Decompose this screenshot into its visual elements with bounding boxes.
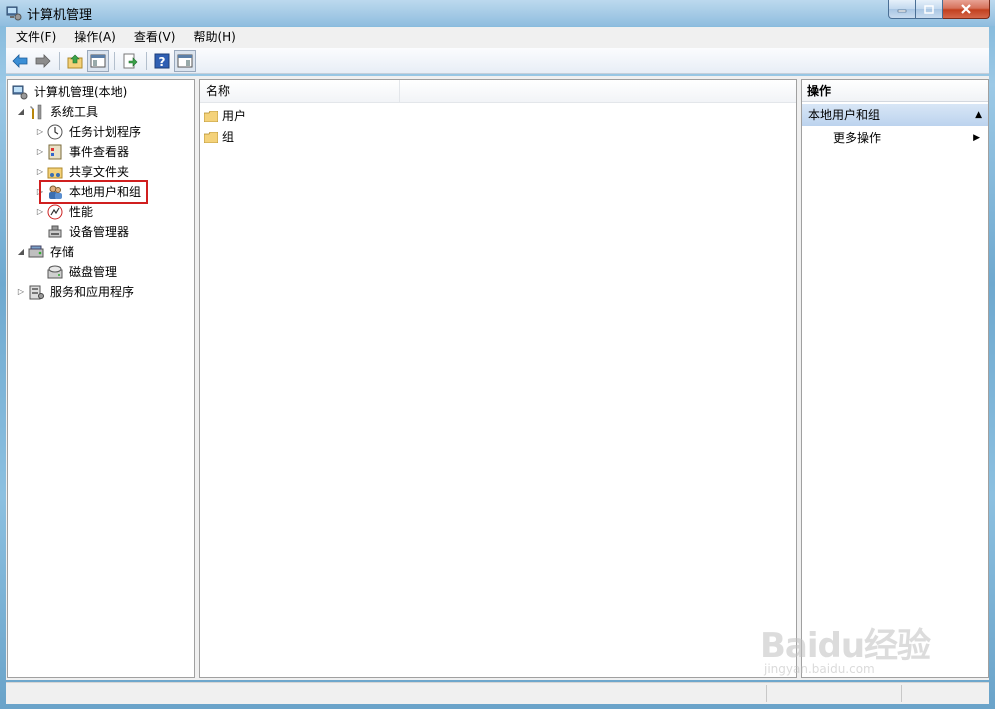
status-bar: [6, 682, 989, 704]
minimize-icon: [897, 9, 907, 13]
console-tree: 计算机管理(本地) ◢ 系统工具 ▷ 任务计划程序 ▷ 事件查看器 ▷ 共享文件…: [7, 79, 195, 678]
tree-label: 服务和应用程序: [50, 285, 135, 299]
show-hide-action-pane-button[interactable]: [174, 49, 196, 72]
collapsed-arrow-icon[interactable]: ▷: [35, 142, 45, 162]
console-tree-icon: [90, 54, 106, 67]
show-hide-console-tree-button[interactable]: [87, 49, 109, 72]
menu-action[interactable]: 操作(A): [64, 27, 124, 48]
computer-management-icon: [6, 6, 22, 21]
storage-icon: [28, 245, 44, 258]
tree-item-device-manager[interactable]: 设备管理器: [45, 222, 131, 242]
tree-item-event-viewer[interactable]: ▷ 事件查看器: [35, 142, 131, 162]
shared-folder-icon: [47, 167, 63, 179]
status-divider: [901, 685, 902, 702]
menu-help[interactable]: 帮助(H): [183, 27, 243, 48]
list-header: 名称: [200, 80, 796, 103]
list-item-label: 用户: [222, 109, 247, 123]
collapsed-arrow-icon[interactable]: ▷: [35, 122, 45, 142]
maximize-icon: [924, 4, 934, 14]
watermark: Baidu经验 jingyan.baidu.com: [760, 600, 960, 680]
expanded-arrow-icon[interactable]: ◢: [16, 242, 26, 262]
watermark-url: jingyan.baidu.com: [764, 662, 875, 676]
action-pane: 操作 本地用户和组 ▲ 更多操作 ▶: [801, 79, 989, 678]
window-title: 计算机管理: [27, 8, 93, 23]
watermark-logo: Baidu经验: [760, 626, 931, 666]
action-section-local-users-groups[interactable]: 本地用户和组 ▲: [802, 104, 988, 126]
toolbar: ?: [6, 48, 989, 74]
tree-item-services-apps[interactable]: ▷ 服务和应用程序: [16, 282, 136, 302]
collapsed-arrow-icon[interactable]: ▷: [16, 282, 26, 302]
list-item-users[interactable]: 用户: [204, 106, 246, 126]
back-arrow-icon: [12, 53, 28, 68]
list-item-groups[interactable]: 组: [204, 127, 234, 147]
tree-label: 磁盘管理: [69, 265, 118, 279]
menu-bar: 文件(F) 操作(A) 查看(V) 帮助(H): [6, 27, 989, 49]
tree-item-storage[interactable]: ◢ 存储: [16, 242, 76, 262]
computer-management-icon: [12, 85, 28, 100]
status-divider: [766, 685, 767, 702]
event-viewer-icon: [48, 144, 62, 160]
tree-item-system-tools[interactable]: ◢ 系统工具: [16, 102, 100, 122]
help-button[interactable]: ?: [151, 50, 173, 72]
tree-item-performance[interactable]: ▷ 性能: [35, 202, 95, 222]
tree-item-shared-folders[interactable]: ▷ 共享文件夹: [35, 162, 131, 182]
highlight-annotation: [39, 180, 148, 204]
tree-label: 事件查看器: [69, 145, 130, 159]
forward-button[interactable]: [32, 50, 54, 72]
tree-item-task-scheduler[interactable]: ▷ 任务计划程序: [35, 122, 143, 142]
disk-icon: [47, 265, 63, 279]
tree-label: 任务计划程序: [69, 125, 142, 139]
title-bar: 计算机管理: [0, 0, 995, 26]
more-actions-item[interactable]: 更多操作 ▶: [802, 128, 988, 148]
forward-arrow-icon: [35, 53, 51, 68]
tree-label: 性能: [69, 205, 94, 219]
menu-view[interactable]: 查看(V): [124, 27, 184, 48]
export-list-button[interactable]: [119, 50, 141, 72]
tree-label: 设备管理器: [69, 225, 130, 239]
folder-icon: [204, 110, 218, 122]
action-section-label: 本地用户和组: [808, 108, 881, 122]
tree-item-disk-management[interactable]: 磁盘管理: [45, 262, 119, 282]
column-header-name[interactable]: 名称: [200, 80, 400, 102]
list-view: 名称 用户 组: [199, 79, 797, 678]
more-actions-label: 更多操作: [833, 131, 882, 145]
performance-icon: [47, 204, 63, 220]
tree-label: 计算机管理(本地): [34, 85, 128, 99]
tools-icon: [30, 104, 42, 120]
folder-icon: [204, 131, 218, 143]
collapsed-arrow-icon[interactable]: ▷: [35, 202, 45, 222]
menu-file[interactable]: 文件(F): [6, 27, 64, 48]
toolbar-separator: [114, 51, 115, 70]
minimize-button[interactable]: [888, 0, 916, 19]
close-button[interactable]: [943, 0, 990, 19]
maximize-button[interactable]: [916, 0, 943, 19]
toolbar-separator: [59, 51, 60, 70]
clock-icon: [47, 124, 63, 140]
device-manager-icon: [48, 225, 62, 238]
tree-item-root[interactable]: 计算机管理(本地): [10, 82, 129, 102]
tree-label: 系统工具: [50, 105, 99, 119]
up-level-button[interactable]: [64, 50, 86, 72]
folder-up-icon: [67, 54, 83, 68]
tree-label: 共享文件夹: [69, 165, 130, 179]
toolbar-separator: [146, 51, 147, 70]
main-content: 计算机管理(本地) ◢ 系统工具 ▷ 任务计划程序 ▷ 事件查看器 ▷ 共享文件…: [6, 76, 989, 680]
collapsed-arrow-icon[interactable]: ▷: [35, 162, 45, 182]
window-controls: [888, 0, 990, 19]
list-item-label: 组: [222, 130, 235, 144]
svg-text:?: ?: [159, 55, 166, 69]
action-pane-icon: [177, 54, 193, 67]
tree-label: 存储: [50, 245, 75, 259]
back-button[interactable]: [9, 50, 31, 72]
services-icon: [29, 285, 44, 300]
help-icon: ?: [154, 53, 170, 69]
action-pane-title: 操作: [802, 80, 988, 102]
collapse-up-icon[interactable]: ▲: [975, 104, 982, 126]
close-icon: [961, 4, 971, 14]
expanded-arrow-icon[interactable]: ◢: [16, 102, 26, 122]
export-icon: [123, 53, 138, 68]
submenu-arrow-icon: ▶: [973, 133, 980, 143]
